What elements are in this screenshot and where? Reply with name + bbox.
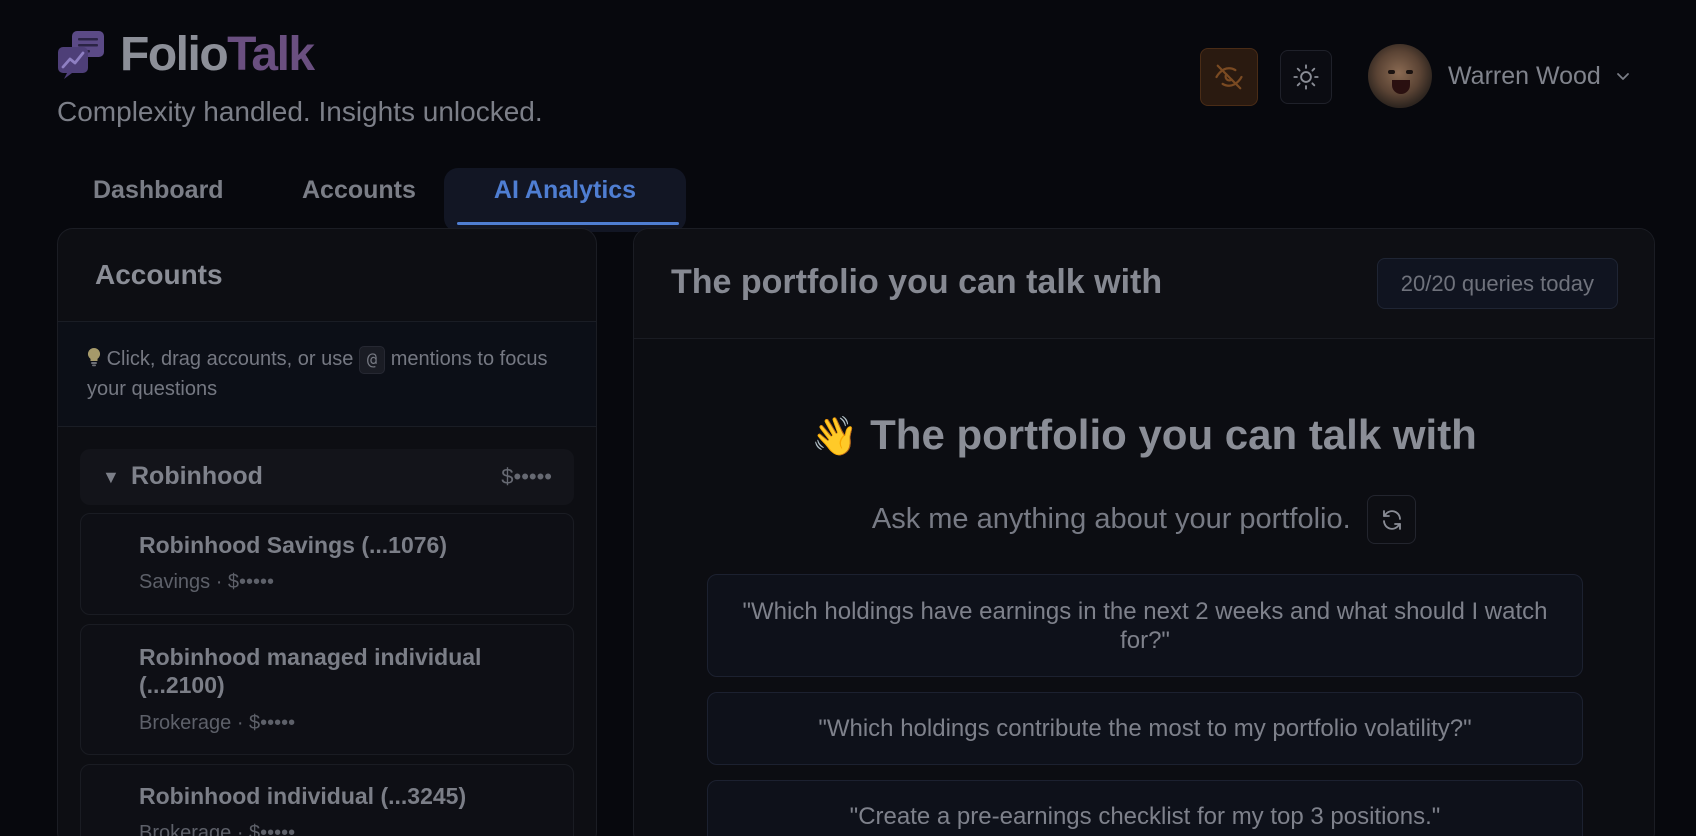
group-name: Robinhood: [131, 462, 263, 490]
tab-ai-analytics-label: AI Analytics: [493, 176, 637, 204]
account-meta: Brokerage · $•••••: [139, 712, 296, 734]
avatar: [1368, 44, 1432, 108]
tab-ai-analytics[interactable]: AI Analytics: [444, 168, 686, 232]
chevron-down-icon: [1616, 73, 1629, 80]
ask-subtitle: Ask me anything about your portfolio.: [871, 503, 1351, 535]
chat-title: The portfolio you can talk with: [671, 263, 1163, 301]
user-name: Warren Wood: [1448, 61, 1601, 90]
tab-accounts[interactable]: Accounts: [302, 176, 416, 205]
active-tab-indicator: [457, 222, 679, 225]
group-value: $•••••: [501, 464, 552, 489]
account-card[interactable]: Robinhood individual (...3245) Brokerage…: [80, 764, 574, 836]
mention-key: @: [358, 346, 386, 374]
account-card[interactable]: Robinhood Savings (...1076) Savings · $•…: [80, 513, 574, 615]
account-meta: Savings · $•••••: [139, 571, 275, 593]
brand-name: FolioTalk: [120, 28, 315, 81]
accounts-hint: Click, drag accounts, or use @ mentions …: [58, 321, 596, 427]
theme-toggle-button[interactable]: [1280, 50, 1332, 104]
chat-header: The portfolio you can talk with 20/20 qu…: [634, 229, 1654, 339]
account-group-robinhood[interactable]: ▼ Robinhood $•••••: [80, 449, 574, 505]
account-card[interactable]: Robinhood managed individual (...2100) B…: [80, 624, 574, 755]
lightbulb-icon: [87, 347, 107, 370]
collapse-triangle-icon[interactable]: ▼: [102, 467, 120, 488]
suggestion-button[interactable]: "Which holdings have earnings in the nex…: [707, 574, 1583, 677]
account-name: Robinhood managed individual (...2100): [139, 644, 482, 698]
account-name: Robinhood Savings (...1076): [139, 532, 447, 558]
accounts-panel: Accounts Click, drag accounts, or use @ …: [57, 228, 597, 836]
user-menu[interactable]: Warren Wood: [1368, 44, 1631, 108]
welcome-heading: 👋 The portfolio you can talk with: [634, 411, 1654, 459]
refresh-icon: [1382, 509, 1401, 530]
tab-dashboard[interactable]: Dashboard: [93, 176, 224, 205]
account-meta: Brokerage · $•••••: [139, 822, 296, 836]
welcome-title: The portfolio you can talk with: [870, 411, 1477, 458]
logo[interactable]: FolioTalk: [56, 28, 315, 82]
tagline: Complexity handled. Insights unlocked.: [57, 96, 543, 127]
query-quota-badge: 20/20 queries today: [1376, 258, 1618, 309]
account-name: Robinhood individual (...3245): [139, 783, 467, 809]
suggestion-button[interactable]: "Which holdings contribute the most to m…: [707, 692, 1583, 765]
refresh-suggestions-button[interactable]: [1367, 495, 1417, 544]
hint-text: Click, drag accounts, or use @ mentions …: [87, 346, 548, 400]
chat-chart-logo-icon: [56, 29, 106, 81]
suggestion-button[interactable]: "Create a pre-earnings checklist for my …: [707, 780, 1583, 836]
accounts-panel-title: Accounts: [95, 259, 223, 290]
privacy-toggle-button[interactable]: [1200, 48, 1258, 106]
sun-icon: [1293, 64, 1319, 90]
chat-panel: The portfolio you can talk with 20/20 qu…: [633, 228, 1655, 836]
ask-row: Ask me anything about your portfolio.: [634, 495, 1654, 544]
eye-off-icon: [1215, 64, 1243, 90]
waving-hand-icon: 👋: [811, 416, 859, 458]
app-header: FolioTalk Complexity handled. Insights u…: [0, 0, 1696, 140]
